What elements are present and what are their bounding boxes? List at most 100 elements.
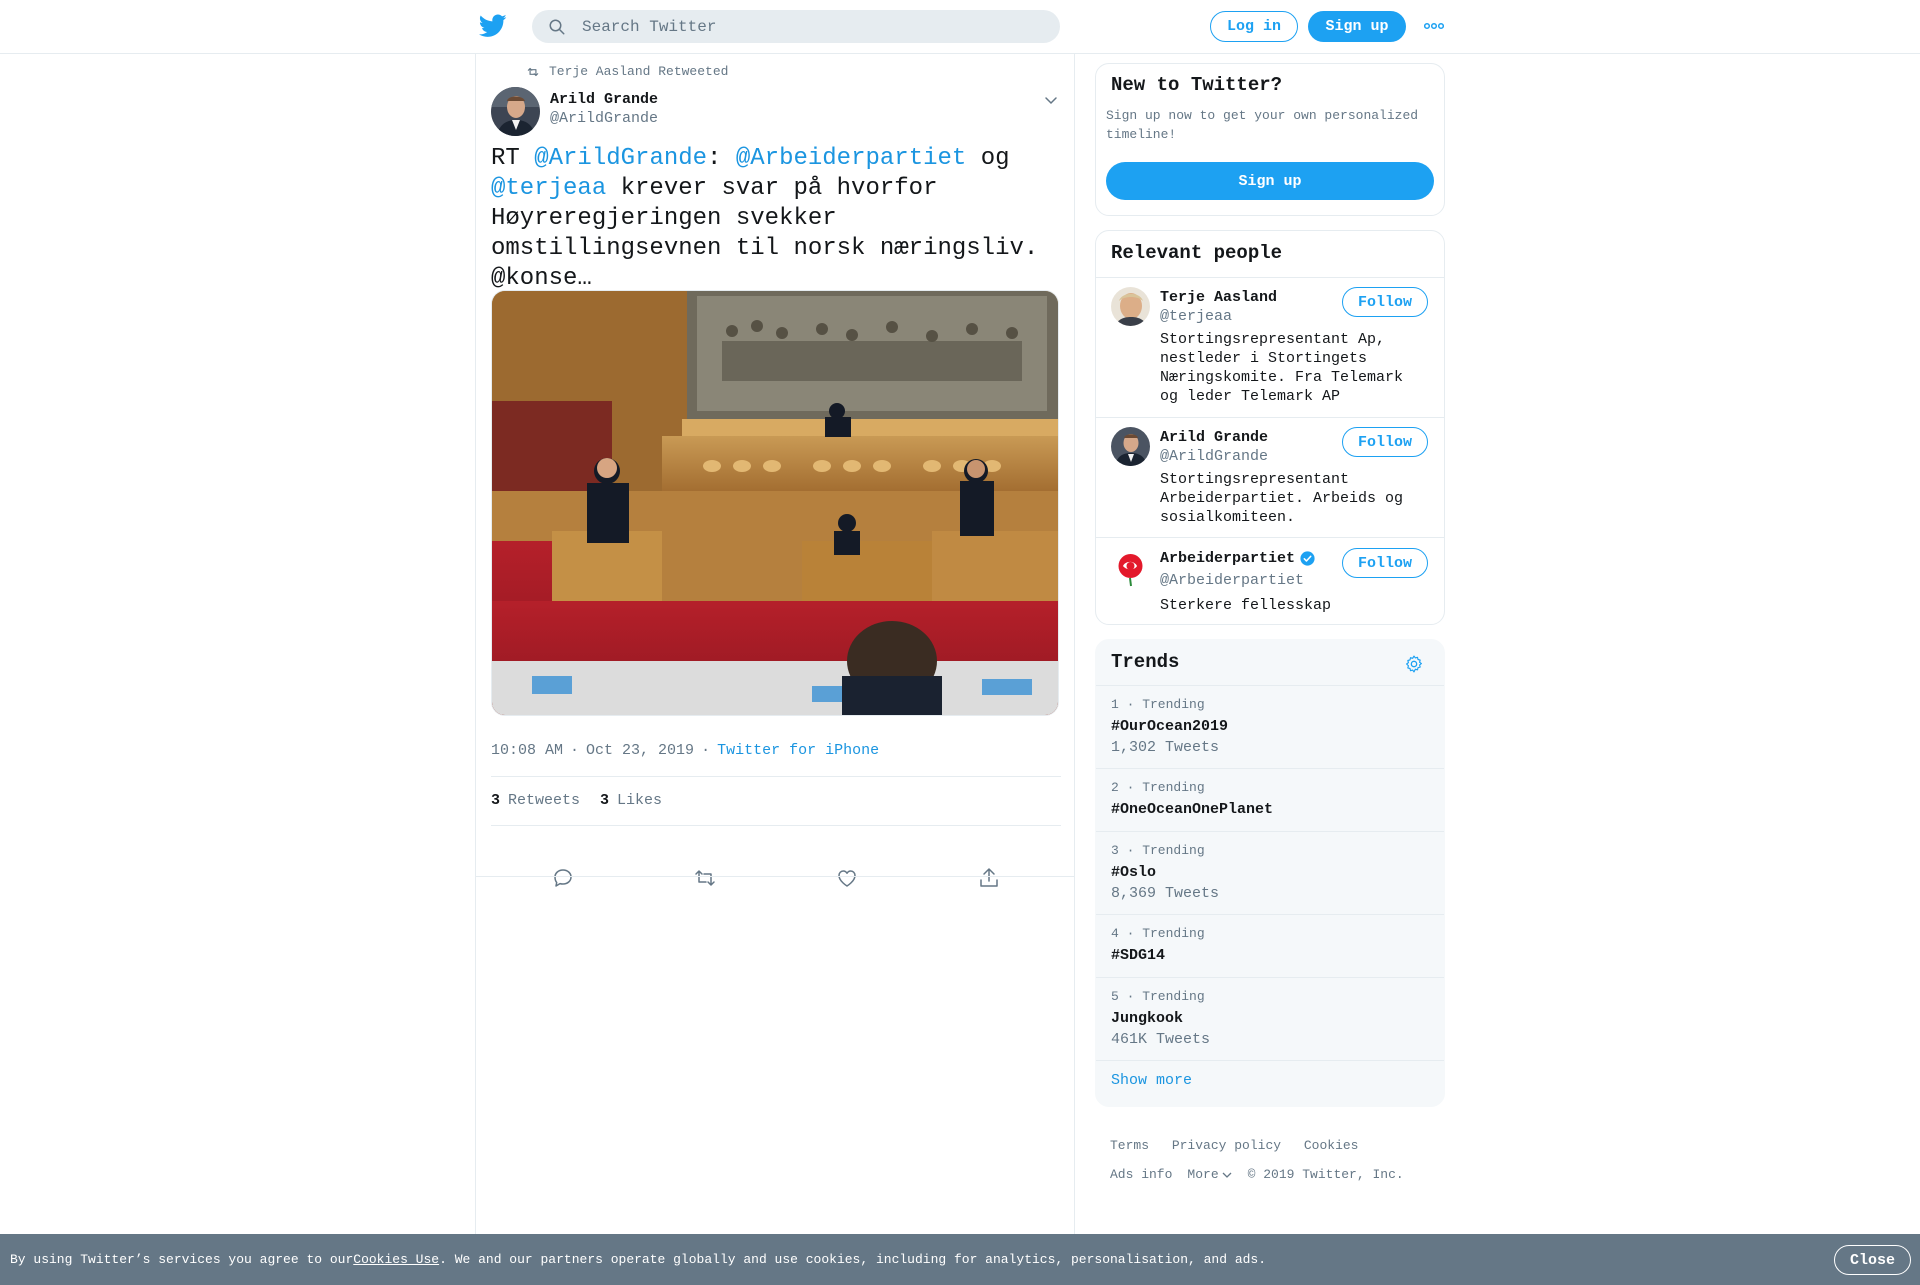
cookies-use-link[interactable]: Cookies Use xyxy=(353,1252,439,1267)
ads-info-link[interactable]: Ads info xyxy=(1110,1167,1172,1182)
tweet-text-part: og xyxy=(980,145,1010,172)
trend-meta: 4 · Trending xyxy=(1111,926,1205,941)
retweets-stat[interactable]: 3 Retweets xyxy=(491,792,580,809)
retweet-context: Terje Aasland Retweeted xyxy=(526,64,728,79)
tweet-source-link[interactable]: Twitter for iPhone xyxy=(717,742,879,759)
signup-button[interactable]: Sign up xyxy=(1308,11,1406,42)
person-bio: Stortingsrepresentant Ap, nestleder i St… xyxy=(1160,331,1404,405)
trends-title: Trends xyxy=(1111,651,1180,673)
like-icon[interactable] xyxy=(835,866,859,890)
retweets-label: Retweets xyxy=(508,792,581,809)
cookie-text-after: . We and our partners operate globally a… xyxy=(439,1252,1267,1267)
person-avatar[interactable] xyxy=(1111,287,1150,326)
retweet-icon[interactable] xyxy=(693,866,717,890)
meta-separator: · xyxy=(701,742,711,759)
tweet-stats: 3 Retweets 3 Likes xyxy=(491,792,682,809)
new-to-twitter-description: Sign up now to get your own personalized… xyxy=(1106,108,1419,142)
divider xyxy=(1096,537,1444,538)
trend-item[interactable]: 1 · Trending #OurOcean2019 1,302 Tweets xyxy=(1096,685,1444,768)
person-avatar[interactable] xyxy=(1111,548,1150,587)
mention-link[interactable]: @terjeaa xyxy=(491,175,606,202)
follow-button[interactable]: Follow xyxy=(1342,427,1428,457)
tweet-timestamp: 10:08 AM · Oct 23, 2019 · Twitter for iP… xyxy=(491,742,879,759)
trend-name[interactable]: Jungkook xyxy=(1111,1010,1183,1027)
likes-label: Likes xyxy=(617,792,663,809)
privacy-link[interactable]: Privacy policy xyxy=(1172,1138,1281,1153)
author-avatar[interactable] xyxy=(491,87,540,136)
search-icon xyxy=(549,19,565,34)
trend-meta: 1 · Trending xyxy=(1111,697,1205,712)
person-bio: Sterkere fellesskap xyxy=(1160,597,1332,614)
person-handle[interactable]: @ArildGrande xyxy=(1160,448,1268,465)
reply-icon[interactable] xyxy=(551,866,575,890)
tweet-date[interactable]: Oct 23, 2019 xyxy=(586,742,694,759)
divider xyxy=(491,825,1061,826)
search-input[interactable] xyxy=(582,17,1022,36)
trend-meta: 5 · Trending xyxy=(1111,989,1205,1004)
trend-name[interactable]: #OneOceanOnePlanet xyxy=(1111,801,1273,818)
chevron-down-icon[interactable] xyxy=(1043,92,1059,108)
twitter-bird-icon[interactable] xyxy=(479,14,507,38)
divider xyxy=(1096,277,1444,278)
tweet-time[interactable]: 10:08 AM xyxy=(491,742,563,759)
meta-separator: · xyxy=(570,742,580,759)
cookie-consent-bar: By using Twitter’s services you agree to… xyxy=(0,1234,1920,1285)
tweet-text-part: RT xyxy=(491,145,535,172)
verified-badge-icon xyxy=(1300,551,1315,566)
follow-button[interactable]: Follow xyxy=(1342,287,1428,317)
trend-count: 461K Tweets xyxy=(1111,1031,1211,1048)
person-avatar[interactable] xyxy=(1111,427,1150,466)
login-button[interactable]: Log in xyxy=(1210,11,1298,42)
person-name: Arbeiderpartiet xyxy=(1160,550,1296,567)
person-name[interactable]: Arild Grande xyxy=(1160,429,1268,446)
cookies-link[interactable]: Cookies xyxy=(1304,1138,1359,1153)
search-box[interactable] xyxy=(532,10,1060,43)
trend-item[interactable]: 5 · Trending Jungkook 461K Tweets xyxy=(1096,977,1444,1060)
person-name-row[interactable]: Arbeiderpartiet xyxy=(1160,550,1316,567)
more-label: More xyxy=(1187,1167,1219,1182)
follow-button[interactable]: Follow xyxy=(1342,548,1428,578)
mention-link[interactable]: @ArildGrande xyxy=(534,145,707,172)
chevron-down-icon xyxy=(1222,1172,1232,1178)
terms-link[interactable]: Terms xyxy=(1110,1138,1149,1153)
trend-name[interactable]: #Oslo xyxy=(1111,864,1156,881)
mention-link[interactable]: @Arbeiderpartiet xyxy=(736,145,966,172)
author-handle[interactable]: @ArildGrande xyxy=(550,110,658,127)
show-more-row: Show more xyxy=(1096,1060,1444,1106)
trend-item[interactable]: 2 · Trending #OneOceanOnePlanet xyxy=(1096,768,1444,831)
footer-links-secondary: Ads info More © 2019 Twitter, Inc. xyxy=(1110,1167,1419,1182)
top-bar: Log in Sign up xyxy=(0,0,1920,54)
trend-count: 1,302 Tweets xyxy=(1111,739,1220,756)
likes-stat[interactable]: 3 Likes xyxy=(600,792,662,809)
more-menu[interactable]: More xyxy=(1187,1167,1232,1182)
copyright: © 2019 Twitter, Inc. xyxy=(1247,1167,1404,1182)
trend-item[interactable]: 3 · Trending #Oslo 8,369 Tweets xyxy=(1096,831,1444,914)
person-name[interactable]: Terje Aasland xyxy=(1160,289,1277,306)
new-to-twitter-title: New to Twitter? xyxy=(1111,74,1283,96)
signup-card-button[interactable]: Sign up xyxy=(1106,162,1434,200)
tweet-photo[interactable] xyxy=(491,290,1059,716)
trend-name[interactable]: #OurOcean2019 xyxy=(1111,718,1228,735)
footer-links: Terms Privacy policy Cookies xyxy=(1110,1138,1373,1153)
person-handle[interactable]: @terjeaa xyxy=(1160,308,1232,325)
close-cookie-button[interactable]: Close xyxy=(1834,1245,1911,1275)
divider xyxy=(491,776,1061,777)
retweet-context-text: Terje Aasland Retweeted xyxy=(549,64,729,79)
tweet-text-part: : xyxy=(707,145,736,172)
author-name[interactable]: Arild Grande xyxy=(550,91,658,108)
trend-count: 8,369 Tweets xyxy=(1111,885,1220,902)
more-dots-icon[interactable] xyxy=(1424,19,1444,33)
gear-icon[interactable] xyxy=(1404,654,1424,674)
relevant-people-card: Relevant people Terje Aasland @terjeaa F… xyxy=(1095,230,1445,625)
likes-count: 3 xyxy=(600,792,610,809)
retweet-icon xyxy=(527,67,539,76)
show-more-link[interactable]: Show more xyxy=(1111,1072,1192,1089)
person-handle[interactable]: @Arbeiderpartiet xyxy=(1160,572,1304,589)
share-icon[interactable] xyxy=(977,866,1001,890)
tweet-column: Terje Aasland Retweeted Arild Grande @Ar… xyxy=(475,54,1075,1234)
trend-meta: 3 · Trending xyxy=(1111,843,1205,858)
tweet-text: RT @ArildGrande: @Arbeiderpartiet og @te… xyxy=(491,144,1066,294)
retweets-count: 3 xyxy=(491,792,501,809)
trend-item[interactable]: 4 · Trending #SDG14 xyxy=(1096,914,1444,977)
trend-name[interactable]: #SDG14 xyxy=(1111,947,1165,964)
